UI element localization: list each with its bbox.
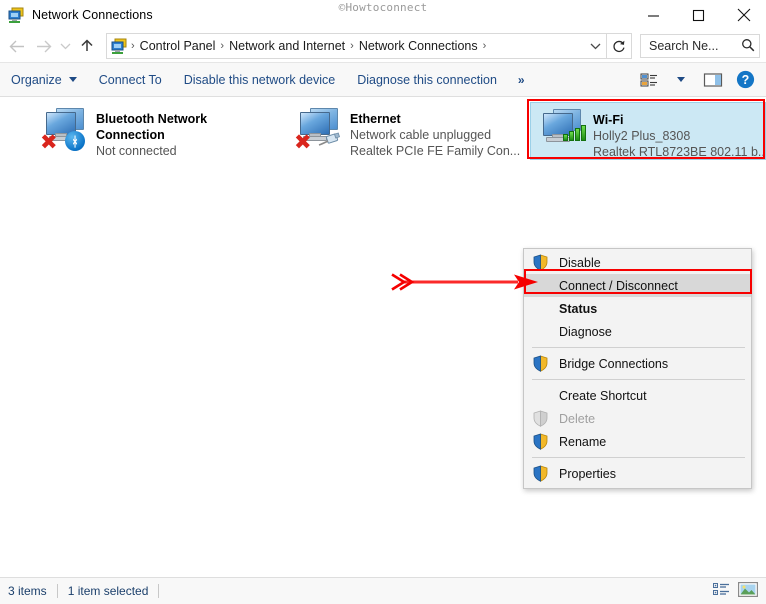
menu-item-disable[interactable]: Disable — [524, 251, 751, 274]
menu-item-diagnose[interactable]: Diagnose — [524, 320, 751, 343]
adapter-text: Ethernet Network cable unplugged Realtek… — [350, 106, 520, 159]
command-bar-right: ? — [634, 63, 760, 96]
adapter-ssid: Holly2 Plus_8308 — [593, 129, 691, 143]
menu-item-bridge-connections[interactable]: Bridge Connections — [524, 352, 751, 375]
diagnose-connection-label: Diagnose this connection — [357, 72, 497, 87]
breadcrumb-dropdown-icon[interactable] — [584, 42, 606, 50]
maximize-button[interactable] — [676, 0, 721, 30]
menu-item-label: Bridge Connections — [559, 356, 669, 371]
breadcrumb-network-connections[interactable]: Network Connections — [355, 39, 482, 53]
chevron-down-icon — [677, 77, 685, 82]
uac-shield-icon — [532, 355, 549, 372]
unplugged-cable-badge — [318, 132, 342, 148]
bluetooth-badge: ᚼ — [65, 131, 85, 151]
menu-item-label: Delete — [559, 411, 596, 426]
menu-divider — [532, 347, 745, 348]
menu-item-label: Properties — [559, 466, 616, 481]
forward-button[interactable] — [30, 33, 56, 59]
menu-item-label: Rename — [559, 434, 607, 449]
adapter-wi-fi[interactable]: Wi-Fi Holly2 Plus_8308 Realtek RTL8723BE… — [530, 102, 766, 160]
breadcrumb-network-icon — [111, 38, 128, 55]
menu-item-delete: Delete — [524, 407, 751, 430]
search-input[interactable]: Search Ne... — [649, 39, 741, 53]
error-x-icon: ✖ — [40, 130, 58, 154]
up-button[interactable] — [74, 33, 100, 59]
menu-item-label: Diagnose — [559, 324, 612, 339]
recent-locations-button[interactable] — [56, 33, 74, 59]
toolbar-overflow-button[interactable]: » — [508, 73, 535, 87]
menu-item-connect-disconnect[interactable]: Connect / Disconnect — [524, 274, 751, 297]
menu-divider — [532, 457, 745, 458]
uac-shield-icon — [532, 410, 549, 427]
menu-item-label: Connect / Disconnect — [559, 278, 678, 293]
adapter-status: Network cable unplugged — [350, 128, 492, 142]
adapter-icon: ✖ — [294, 106, 344, 154]
menu-item-rename[interactable]: Rename — [524, 430, 751, 453]
adapter-icon — [537, 107, 587, 155]
close-button[interactable] — [721, 0, 766, 30]
search-box[interactable]: Search Ne... — [640, 34, 760, 58]
status-divider — [56, 584, 58, 598]
menu-item-label: Disable — [559, 255, 601, 270]
menu-item-label: Status — [559, 301, 598, 316]
menu-item-properties[interactable]: Properties — [524, 462, 751, 485]
command-bar: Organize Connect To Disable this network… — [0, 62, 766, 97]
title-bar: Network Connections ©Howtoconnect — [0, 0, 766, 30]
organize-button[interactable]: Organize — [0, 67, 88, 93]
window-controls — [631, 0, 766, 30]
status-bar: 3 items 1 item selected — [0, 577, 766, 604]
address-bar: › Control Panel › Network and Internet ›… — [0, 30, 766, 62]
uac-shield-icon — [532, 254, 549, 271]
disable-network-device-button[interactable]: Disable this network device — [173, 67, 346, 93]
breadcrumb-control-panel[interactable]: Control Panel — [136, 39, 220, 53]
adapter-name: Ethernet — [350, 112, 401, 126]
back-button[interactable] — [4, 33, 30, 59]
status-view-buttons — [713, 578, 758, 604]
adapter-ethernet[interactable]: ✖ Ethernet Network cable unplugged Realt… — [288, 102, 524, 160]
diagnose-connection-button[interactable]: Diagnose this connection — [346, 67, 508, 93]
breadcrumb-bar[interactable]: › Control Panel › Network and Internet ›… — [106, 33, 607, 59]
adapter-name: Wi-Fi — [593, 113, 624, 127]
red-arrow-annotation — [390, 272, 538, 292]
adapter-text: Wi-Fi Holly2 Plus_8308 Realtek RTL8723BE… — [593, 107, 763, 160]
menu-item-label: Create Shortcut — [559, 388, 647, 403]
status-divider-2 — [158, 584, 160, 598]
connections-list: ✖ ᚼ Bluetooth Network Connection Not con… — [0, 97, 766, 577]
connect-to-label: Connect To — [98, 72, 162, 87]
minimize-button[interactable] — [631, 0, 676, 30]
context-menu: Disable Connect / Disconnect Status Diagnos… — [523, 248, 752, 489]
adapter-bluetooth-network-connection[interactable]: ✖ ᚼ Bluetooth Network Connection Not con… — [34, 102, 270, 160]
adapter-text: Bluetooth Network Connection Not connect… — [96, 106, 211, 159]
view-dropdown-caret[interactable] — [666, 67, 696, 93]
selection-label: 1 item selected — [67, 584, 149, 598]
chevron-down-icon — [68, 77, 77, 82]
adapter-device: Realtek RTL8723BE 802.11 b... — [593, 145, 763, 159]
adapter-name: Bluetooth Network Connection — [96, 112, 208, 142]
error-x-icon: ✖ — [294, 130, 312, 154]
uac-shield-icon — [532, 433, 549, 450]
details-view-icon[interactable] — [713, 582, 730, 600]
adapter-status: Not connected — [96, 144, 177, 158]
organize-label: Organize — [11, 72, 62, 87]
large-icons-view-icon[interactable] — [738, 582, 758, 600]
adapter-icon: ✖ ᚼ — [40, 106, 90, 154]
menu-item-status[interactable]: Status — [524, 297, 751, 320]
change-view-icon[interactable] — [634, 67, 664, 93]
adapter-device: Realtek PCIe FE Family Con... — [350, 144, 521, 158]
disable-device-label: Disable this network device — [183, 72, 336, 87]
search-icon[interactable] — [741, 38, 755, 55]
help-icon[interactable]: ? — [730, 67, 760, 93]
breadcrumb-separator-3[interactable]: › — [482, 40, 488, 52]
menu-item-create-shortcut[interactable]: Create Shortcut — [524, 384, 751, 407]
network-connections-window: Network Connections ©Howtoconnect › Cont… — [0, 0, 766, 604]
connect-to-button[interactable]: Connect To — [88, 67, 173, 93]
items-count-label: 3 items — [8, 584, 47, 598]
menu-divider — [532, 379, 745, 380]
preview-pane-icon[interactable] — [698, 67, 728, 93]
breadcrumb-network-and-internet[interactable]: Network and Internet — [225, 39, 349, 53]
uac-shield-icon — [532, 465, 549, 482]
svg-text:?: ? — [741, 73, 749, 87]
refresh-button[interactable] — [607, 33, 632, 59]
signal-bars-badge — [563, 125, 586, 141]
